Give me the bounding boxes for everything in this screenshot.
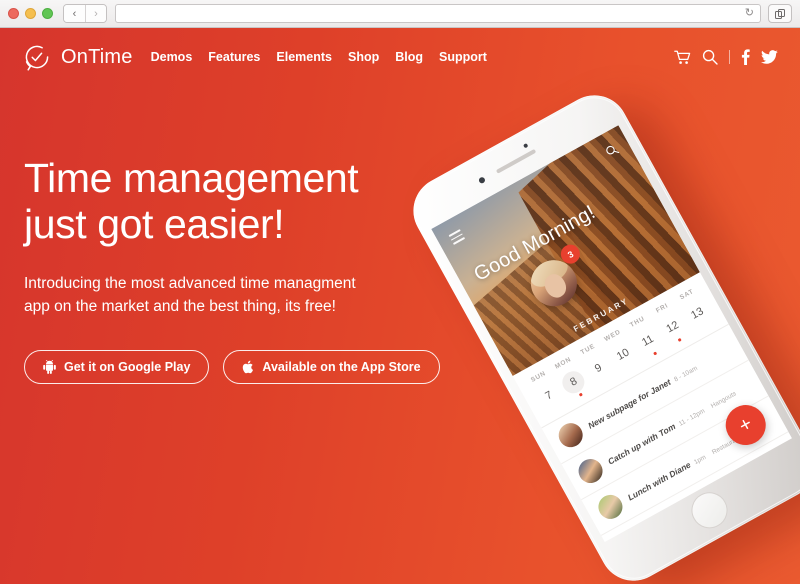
- clock-check-logo-icon: [25, 45, 49, 71]
- browser-window: ‹ › ↻ OnTime Demos Features Elements Sho…: [0, 0, 800, 584]
- avatar: [574, 454, 607, 487]
- calendar-date-label: 11: [640, 332, 656, 349]
- nav-item-shop[interactable]: Shop: [348, 50, 379, 64]
- search-icon[interactable]: [702, 49, 718, 65]
- nav-item-demos[interactable]: Demos: [151, 50, 193, 64]
- traffic-lights: [8, 8, 53, 19]
- nav-item-blog[interactable]: Blog: [395, 50, 423, 64]
- hero-title-line-2: just got easier!: [24, 200, 285, 247]
- android-icon: [43, 360, 56, 375]
- calendar-event-dot: [554, 407, 557, 410]
- browser-chrome: ‹ › ↻: [0, 0, 800, 28]
- facebook-icon[interactable]: [741, 49, 750, 65]
- calendar-event-dot: [604, 379, 607, 382]
- address-bar[interactable]: ↻: [115, 4, 761, 23]
- header-actions: [674, 49, 778, 65]
- app-store-button-label: Available on the App Store: [262, 360, 421, 375]
- nav-item-elements[interactable]: Elements: [276, 50, 332, 64]
- browser-nav-arrows: ‹ ›: [63, 4, 107, 23]
- page-title: Time management just got easier!: [24, 155, 414, 248]
- calendar-date-label: 7: [543, 389, 555, 403]
- app-screen: Good Morning! 3 FEBRUARY SUN 7 MON 8 TUE…: [431, 125, 792, 543]
- brand-name: OnTime: [61, 45, 133, 68]
- brand-logo[interactable]: OnTime: [22, 42, 133, 72]
- maximize-window-button[interactable]: [42, 8, 53, 19]
- calendar-event-dot: [677, 337, 682, 342]
- phone-sensor-icon: [522, 142, 529, 149]
- tabs-icon[interactable]: [768, 4, 792, 23]
- hero-cta-group: Get it on Google Play Available on the A…: [24, 350, 440, 385]
- cart-icon[interactable]: [674, 50, 691, 65]
- hero-subtitle: Introducing the most advanced time manag…: [24, 274, 356, 316]
- hero-title-line-1: Time management: [24, 155, 359, 201]
- close-window-button[interactable]: [8, 8, 19, 19]
- calendar-event-dot: [578, 392, 583, 397]
- back-button[interactable]: ‹: [64, 5, 85, 22]
- twitter-icon[interactable]: [761, 50, 778, 64]
- avatar: [554, 418, 587, 452]
- phone-device: Good Morning! 3 FEBRUARY SUN 7 MON 8 TUE…: [401, 83, 800, 584]
- phone-mockup: Good Morning! 3 FEBRUARY SUN 7 MON 8 TUE…: [400, 83, 800, 584]
- google-play-button-label: Get it on Google Play: [64, 360, 191, 375]
- app-search-icon[interactable]: [603, 142, 622, 164]
- calendar-date-label: 8: [568, 375, 580, 389]
- google-play-button[interactable]: Get it on Google Play: [24, 350, 210, 385]
- hero-section: Time management just got easier! Introdu…: [24, 155, 440, 385]
- reload-icon[interactable]: ↻: [745, 8, 754, 19]
- event-time: 11 - 12pm: [677, 407, 707, 428]
- landing-page: OnTime Demos Features Elements Shop Blog…: [0, 28, 800, 584]
- event-time: 8 - 10am: [672, 364, 699, 384]
- event-place: Hangouts: [709, 389, 738, 410]
- nav-item-features[interactable]: Features: [208, 50, 260, 64]
- hamburger-menu-icon[interactable]: [448, 229, 467, 247]
- nav-item-support[interactable]: Support: [439, 50, 487, 64]
- calendar-date-label: 13: [689, 305, 706, 322]
- calendar-date-label: 10: [614, 346, 632, 363]
- header-divider: [729, 50, 730, 64]
- forward-button[interactable]: ›: [85, 5, 106, 22]
- event-time: 1pm: [692, 453, 708, 466]
- calendar-event-dot: [703, 324, 706, 327]
- calendar-date-label: 12: [664, 318, 681, 336]
- phone-body: Good Morning! 3 FEBRUARY SUN 7 MON 8 TUE…: [401, 83, 800, 584]
- calendar-event-dot: [628, 365, 631, 368]
- calendar-date-label: 9: [592, 361, 605, 376]
- avatar: [593, 490, 627, 523]
- site-header: OnTime Demos Features Elements Shop Blog…: [0, 28, 800, 86]
- calendar-event-dot: [653, 351, 657, 356]
- phone-camera-icon: [477, 176, 487, 185]
- minimize-window-button[interactable]: [25, 8, 36, 19]
- main-nav: Demos Features Elements Shop Blog Suppor…: [151, 50, 487, 64]
- phone-speaker: [495, 148, 537, 174]
- apple-icon: [243, 360, 254, 374]
- app-store-button[interactable]: Available on the App Store: [223, 350, 440, 385]
